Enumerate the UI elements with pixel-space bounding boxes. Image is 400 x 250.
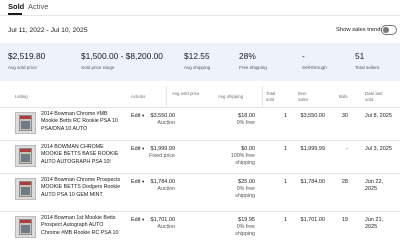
total-sold: 1 <box>283 146 287 152</box>
sales-trends-label: Show sales trends <box>336 27 384 33</box>
edit-button[interactable]: Edit <box>131 113 140 119</box>
stat-label: Free shipping <box>239 65 267 70</box>
header-bids[interactable]: Bids <box>339 94 348 100</box>
edit-button[interactable]: Edit <box>131 146 140 152</box>
listing-title[interactable]: 2014 BOWMAN CHROME MOOKIE BETTS BASE ROO… <box>41 144 123 166</box>
card-label <box>20 220 31 223</box>
listing-thumbnail[interactable] <box>15 216 36 238</box>
total-sold: 1 <box>283 217 287 223</box>
listing-format: Auction <box>157 186 175 192</box>
item-sales: $1,701.00 <box>300 217 325 223</box>
stat-value: 28% <box>239 51 256 61</box>
toggle-knob <box>383 27 389 33</box>
stat-total-sellers: 51 Total sellers <box>355 51 379 70</box>
card-photo <box>21 121 30 129</box>
stats-summary: $2,519.80 Avg sold price $1,500.00 - $8,… <box>0 43 400 81</box>
stat-label: Sell-through <box>302 65 327 70</box>
listing-title[interactable]: 2014 Bowman 1st Mookie Betts Prospect Au… <box>41 215 123 237</box>
item-sales: $3,550.00 <box>300 113 325 119</box>
date-last-sold: Jul 3, 2025 <box>365 146 392 152</box>
item-sales: $1,784.00 <box>300 179 325 185</box>
stat-value: $12.55 <box>184 51 210 61</box>
date-last-sold: Jun 22, 2025 <box>365 179 384 192</box>
selected-tab-underline <box>8 13 22 15</box>
stat-value: - <box>302 51 305 61</box>
listing-thumbnail[interactable] <box>15 145 36 167</box>
item-sales: $1,999.99 <box>300 146 325 152</box>
card-label <box>20 116 31 119</box>
header-actions: Actions <box>131 94 146 99</box>
avg-shipping: $0.00 <box>241 146 255 152</box>
stat-free-shipping: 28% Free shipping <box>239 51 267 70</box>
table-row[interactable]: 2014 Bowman 1st Mookie Betts Prospect Au… <box>0 212 400 250</box>
free-shipping-note: 0% free shipping <box>235 186 255 199</box>
listing-format: Auction <box>157 120 175 126</box>
avg-sold-price: $1,784.00 <box>150 179 175 185</box>
date-range[interactable]: Jul 11, 2022 - Jul 10, 2025 <box>8 27 88 34</box>
card-label <box>20 182 31 185</box>
stat-avg-shipping: $12.55 Avg shipping <box>184 51 210 70</box>
avg-shipping: $19.95 <box>238 217 255 223</box>
listing-thumbnail[interactable] <box>15 178 36 200</box>
stat-label: Avg shipping <box>184 65 211 70</box>
stat-label: Total sellers <box>355 65 380 70</box>
tab-active[interactable]: Active <box>28 2 48 12</box>
listing-title[interactable]: 2014 Bowman Chrome Prospects MOOKIE BETT… <box>41 177 123 199</box>
free-shipping-note: 0% free shipping <box>235 224 255 237</box>
free-shipping-note: 100% free shipping <box>230 153 255 166</box>
header-date-last-sold[interactable]: Date last sold <box>365 91 391 102</box>
chevron-down-icon[interactable]: ▾ <box>142 217 144 223</box>
card-photo <box>21 225 30 233</box>
header-item-sales[interactable]: Item sales <box>298 91 316 102</box>
total-sold: 1 <box>283 113 287 119</box>
stat-sell-through: - Sell-through <box>302 51 327 70</box>
header-total-sold[interactable]: Total sold <box>266 91 282 102</box>
edit-button[interactable]: Edit <box>131 179 140 185</box>
listing-format: Fixed price <box>149 153 175 159</box>
table-row[interactable]: 2014 BOWMAN CHROME MOOKIE BETTS BASE ROO… <box>0 141 400 174</box>
card-label <box>20 149 31 152</box>
stat-avg-sold-price: $2,519.80 Avg sold price <box>8 51 45 70</box>
table-row[interactable]: 2014 Bowman Chrome #MB Mookie Betts RC R… <box>0 108 400 141</box>
column-divider <box>166 86 167 108</box>
header-listing[interactable]: Listing <box>15 94 28 100</box>
chevron-down-icon[interactable]: ▾ <box>142 113 144 119</box>
table-header: Listing Actions Avg sold price Avg shipp… <box>0 86 400 108</box>
header-avg-sold-price[interactable]: Avg sold price <box>172 91 202 97</box>
listing-tabs: Sold Active <box>0 0 400 16</box>
avg-sold-price: $1,701.00 <box>150 217 175 223</box>
chevron-down-icon[interactable]: ▾ <box>142 179 144 185</box>
avg-sold-price: $1,999.99 <box>150 146 175 152</box>
avg-shipping: $18.00 <box>238 113 255 119</box>
listing-thumbnail[interactable] <box>15 112 36 134</box>
stat-value: 51 <box>355 51 365 61</box>
bids: 19 <box>341 217 348 223</box>
avg-shipping: $25.00 <box>238 179 255 185</box>
tab-sold[interactable]: Sold <box>8 2 24 12</box>
date-last-sold: Jun 21, 2025 <box>365 217 384 230</box>
stat-label: Sold price range <box>81 65 115 70</box>
stat-value: $2,519.80 <box>8 51 46 61</box>
chevron-down-icon[interactable]: ▾ <box>142 146 144 152</box>
listing-format: Auction <box>157 224 175 230</box>
table-row[interactable]: 2014 Bowman Chrome Prospects MOOKIE BETT… <box>0 174 400 212</box>
bids: - <box>346 146 348 152</box>
card-photo <box>21 187 30 195</box>
listing-title[interactable]: 2014 Bowman Chrome #MB Mookie Betts RC R… <box>41 111 123 133</box>
sales-trends-toggle[interactable] <box>381 25 397 35</box>
avg-sold-price: $3,550.00 <box>150 113 175 119</box>
bids: 30 <box>341 113 348 119</box>
header-avg-shipping[interactable]: Avg shipping <box>218 94 243 100</box>
date-last-sold: Jul 8, 2025 <box>365 113 392 119</box>
stat-sold-price-range: $1,500.00 - $8,200.00 Sold price range <box>81 51 163 70</box>
column-divider <box>262 86 263 108</box>
edit-button[interactable]: Edit <box>131 217 140 223</box>
stat-value: $1,500.00 - $8,200.00 <box>81 51 163 61</box>
bids: 28 <box>341 179 348 185</box>
free-shipping-note: 0% free <box>236 120 255 126</box>
total-sold: 1 <box>283 179 287 185</box>
stat-label: Avg sold price <box>8 65 37 70</box>
card-photo <box>21 154 30 162</box>
